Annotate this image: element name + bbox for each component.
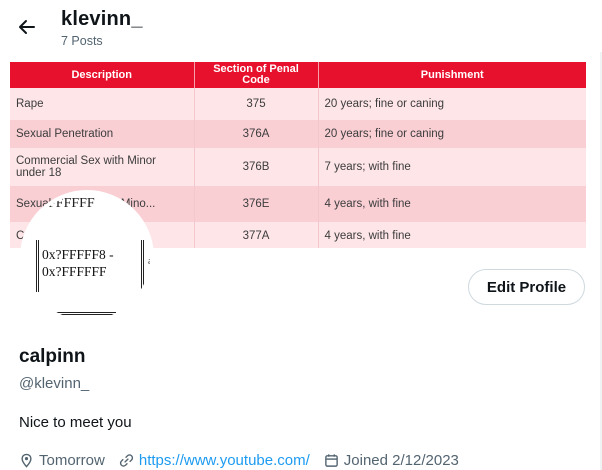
avatar-glyph-rule [54, 312, 116, 315]
row-punishment: 4 years, with fine [318, 222, 586, 248]
back-button[interactable] [14, 14, 40, 40]
location-text: Tomorrow [39, 451, 105, 469]
row-code: 377A [194, 222, 319, 248]
link-icon [119, 453, 133, 467]
avatar-glyph-tick: a [148, 256, 153, 267]
row-code: 376E [194, 186, 319, 222]
column-header: Description [10, 62, 195, 88]
row-code: 376B [194, 148, 319, 186]
row-punishment: 4 years, with fine [318, 186, 586, 222]
location: Tomorrow [19, 452, 105, 469]
website: https://www.youtube.com/ [119, 452, 310, 469]
calendar-icon [324, 453, 338, 467]
row-punishment: 7 years; with fine [318, 148, 586, 186]
table-header-row: Description Section of Penal Code Punish… [10, 62, 586, 88]
avatar-glyph-line: 0x?FFFFF8 - [42, 247, 114, 262]
column-header: Punishment [318, 62, 586, 88]
table-row: Sexual Penetration 376A 20 years; fine o… [10, 120, 586, 148]
table-row: Commercial Sex with Minor under 18 376B … [10, 148, 586, 186]
column-header: Section of Penal Code [194, 62, 319, 88]
row-description: Sexual Penetration [10, 120, 195, 148]
row-description: Rape [10, 88, 195, 120]
join-date: Joined 2/12/2023 [324, 452, 459, 469]
avatar-glyph-box: 0x?FFFFF8 - 0x?FFFFFF [36, 240, 144, 292]
row-code: 376A [194, 120, 319, 148]
join-date-text: Joined 2/12/2023 [343, 451, 459, 469]
display-name: calpinn [19, 346, 86, 367]
profile-meta: Tomorrow https://www.youtube.com/ Joined… [19, 450, 473, 470]
row-description: Commercial Sex with Minor under 18 [10, 148, 195, 186]
row-code: 375 [194, 88, 319, 120]
profile-header-bar: klevinn_ 7 Posts [0, 0, 602, 52]
table-row: Rape 375 20 years; fine or caning [10, 88, 586, 120]
header-username: klevinn_ [61, 8, 143, 30]
avatar-glyph-line: 0x?FFFFFF [42, 264, 107, 279]
avatar[interactable]: FFFFFF 0x?FFFFF8 - 0x?FFFFFF a [20, 190, 154, 324]
edit-profile-button[interactable]: Edit Profile [468, 269, 585, 305]
bio: Nice to meet you [19, 414, 132, 431]
row-punishment: 20 years; fine or caning [318, 88, 586, 120]
user-handle: @klevinn_ [19, 375, 90, 392]
header-post-count: 7 Posts [61, 34, 103, 48]
avatar-glyph-top: FFFFFF [48, 196, 95, 211]
website-link[interactable]: https://www.youtube.com/ [139, 452, 310, 469]
row-punishment: 20 years; fine or caning [318, 120, 586, 148]
location-pin-icon [21, 453, 32, 468]
arrow-left-icon [19, 20, 35, 34]
avatar-image: FFFFFF 0x?FFFFF8 - 0x?FFFFFF a [24, 194, 150, 320]
